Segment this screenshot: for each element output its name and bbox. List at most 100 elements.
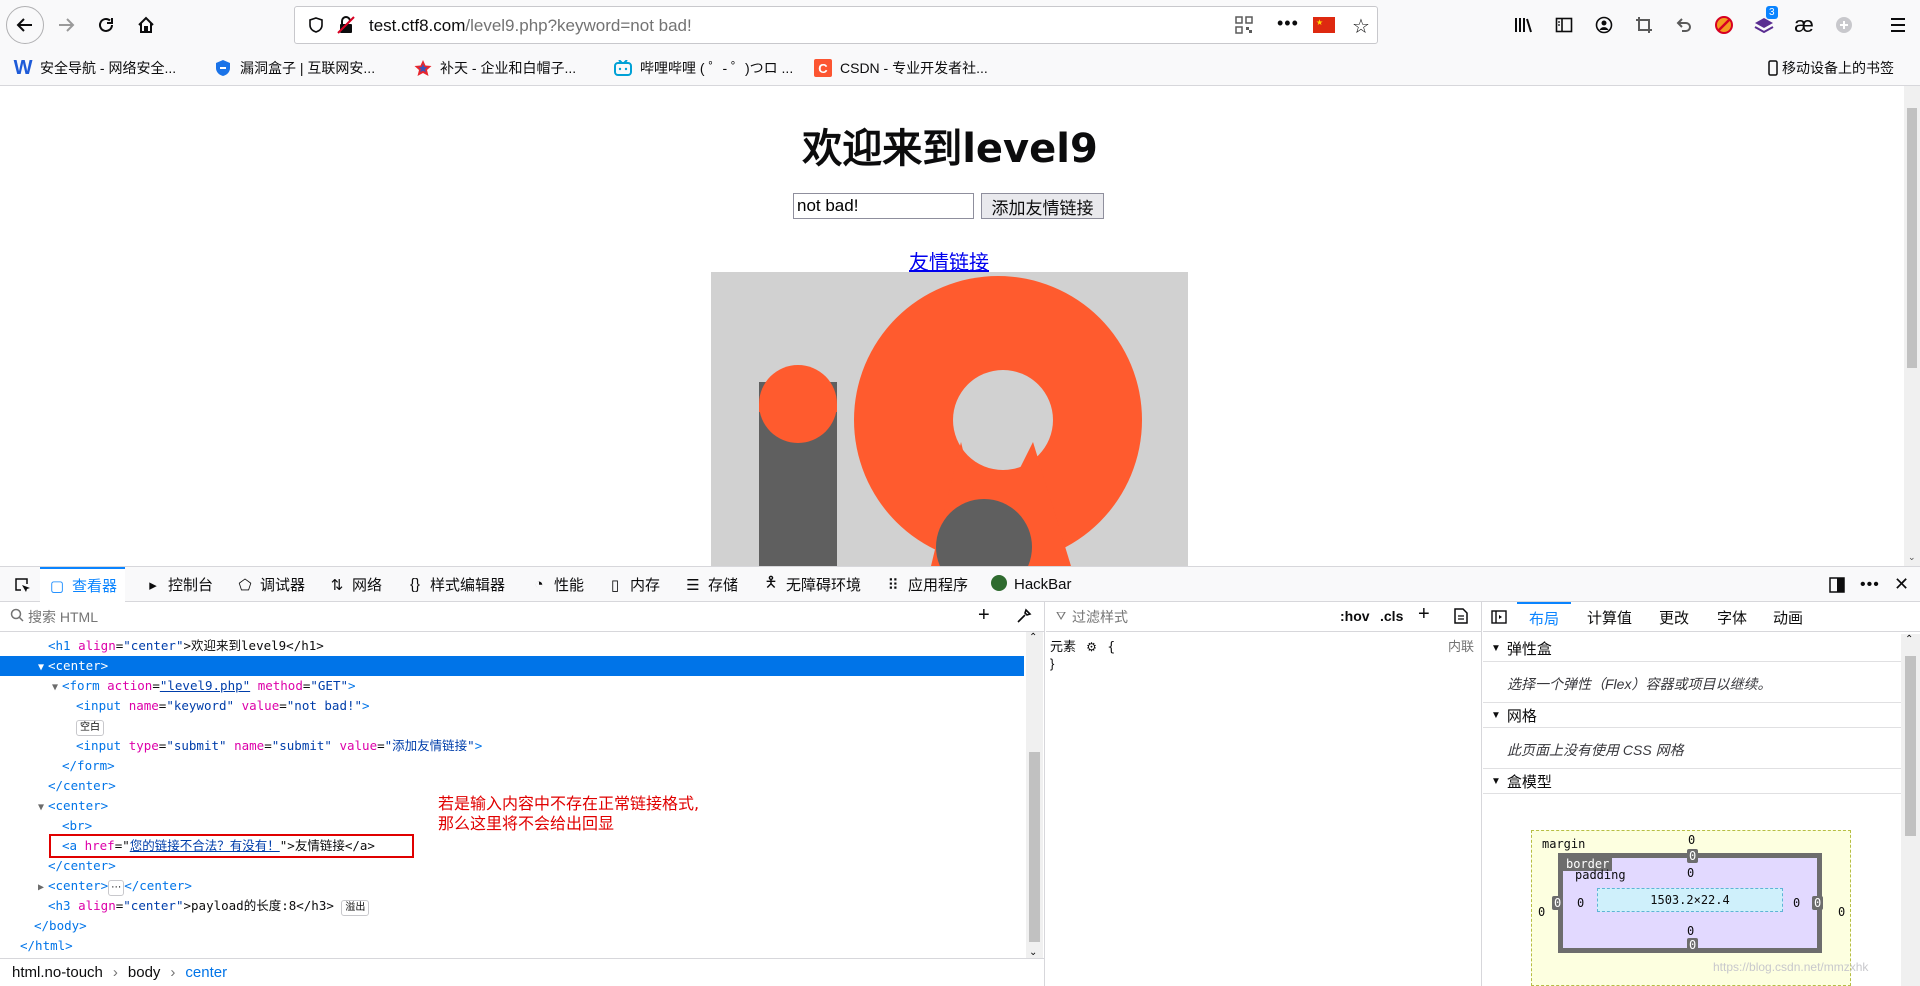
boxmodel-section-header[interactable]: ▼ 盒模型 [1483, 768, 1903, 794]
code-line-whitespace[interactable]: 空白 [0, 716, 1024, 736]
china-flag-icon[interactable]: ★ [1313, 17, 1335, 33]
add-rule-icon[interactable]: + [1418, 603, 1430, 626]
box-model-content[interactable]: 1503.2×22.4 [1597, 888, 1783, 912]
breadcrumb-item-html[interactable]: html.no-touch [12, 964, 103, 981]
grid-message: 此页面上没有使用 CSS 网格 [1507, 742, 1684, 758]
storage-icon: ☰ [686, 576, 700, 594]
reload-button[interactable] [90, 9, 122, 41]
tab-performance[interactable]: ◔ 性能 [530, 567, 584, 602]
forward-arrow-icon [59, 18, 75, 32]
code-line-input-submit[interactable]: <input type="submit" name="submit" value… [0, 736, 1024, 756]
undo-icon[interactable] [1668, 9, 1700, 41]
tab-accessibility[interactable]: 🯅 无障碍环境 [762, 567, 861, 602]
hov-toggle[interactable]: :hov [1340, 608, 1370, 624]
bilibili-tv-icon [614, 59, 632, 77]
tab-inspector[interactable]: ▢ 查看器 [40, 567, 126, 602]
page-scrollbar[interactable]: ⌄ [1904, 86, 1920, 566]
tab-application[interactable]: ⠿ 应用程序 [884, 567, 969, 602]
tab-layout[interactable]: 布局 [1517, 602, 1572, 632]
breadcrumb-item-center[interactable]: center [185, 964, 227, 981]
mobile-bookmarks[interactable]: 移动设备上的书签 [1768, 58, 1894, 78]
print-media-icon[interactable] [1454, 608, 1468, 627]
code-line-body-close[interactable]: </body> [0, 916, 1024, 936]
code-line-center-selected[interactable]: ▼ <center> [0, 656, 1024, 676]
url-text[interactable]: test.ctf8.com/level9.php?keyword=not bad… [369, 16, 692, 36]
eyedropper-icon[interactable] [1016, 608, 1032, 627]
tab-storage[interactable]: ☰ 存储 [684, 567, 738, 602]
cls-toggle[interactable]: .cls [1380, 608, 1403, 624]
extension-gray-icon[interactable] [1828, 9, 1860, 41]
level9-logo-image [711, 272, 1188, 566]
tab-style-editor[interactable]: {} 样式编辑器 [406, 567, 505, 602]
account-icon[interactable] [1588, 9, 1620, 41]
tab-memory[interactable]: ▯ 内存 [606, 567, 660, 602]
code-line-input-keyword[interactable]: <input name="keyword" value="not bad!"> [0, 696, 1024, 716]
bookmark-item[interactable]: W 安全导航 - 网络安全... [14, 57, 177, 79]
flexbox-section-header[interactable]: ▼ 弹性盒 [1483, 636, 1903, 662]
code-line-center2-close[interactable]: </center> [0, 856, 1024, 876]
noscript-icon[interactable] [1708, 9, 1740, 41]
bookmark-item[interactable]: 补天 - 企业和白帽子... [414, 58, 576, 78]
hamburger-menu-icon[interactable] [1882, 9, 1914, 41]
search-icon [10, 608, 24, 625]
code-line-h3[interactable]: <h3 align="center">payload的长度:8</h3> 溢出 [0, 896, 1024, 916]
shield-icon[interactable] [307, 16, 325, 37]
bookmark-star-icon[interactable]: ☆ [1352, 14, 1370, 39]
debugger-icon: ⬠ [238, 576, 252, 594]
box-model-border[interactable]: border 0 0 0 0 padding 0 0 0 0 1503.2×22… [1552, 849, 1824, 953]
filter-styles-input[interactable] [1072, 607, 1322, 627]
code-line-form-close[interactable]: </form> [0, 756, 1024, 776]
code-line-html-close[interactable]: </html> [0, 936, 1024, 956]
bookmark-item[interactable]: 哔哩哔哩 ( ゜- ゜)つロ ... [614, 58, 793, 78]
close-devtools-icon[interactable]: ✕ [1894, 567, 1909, 602]
rule-close-brace: } [1050, 656, 1055, 671]
search-html-input[interactable] [28, 606, 928, 628]
insecure-lock-icon[interactable] [337, 16, 355, 37]
grid-section-header[interactable]: ▼ 网格 [1483, 702, 1903, 728]
qr-code-icon[interactable] [1235, 16, 1253, 37]
element-rule[interactable]: 元素 ⚙ { [1050, 636, 1115, 655]
tab-console[interactable]: ▸ 控制台 [144, 567, 213, 602]
breadcrumb-item-body[interactable]: body [128, 964, 161, 981]
gauge-icon: ◔ [534, 576, 544, 593]
forward-button[interactable] [50, 9, 82, 41]
tab-computed[interactable]: 计算值 [1587, 602, 1632, 632]
tab-changes[interactable]: 更改 [1659, 602, 1689, 632]
bookmark-item[interactable]: C CSDN - 专业开发者社... [814, 58, 988, 78]
sidebar-icon[interactable] [1548, 9, 1580, 41]
tab-fonts[interactable]: 字体 [1717, 602, 1747, 632]
library-icon[interactable] [1508, 9, 1540, 41]
mobile-phone-icon [1768, 59, 1778, 77]
star-logo-icon [414, 59, 432, 77]
inspector-icon: ▢ [49, 577, 65, 595]
code-line-form[interactable]: ▼ <form action="level9.php" method="GET"> [0, 676, 1024, 696]
url-bar[interactable]: test.ctf8.com/level9.php?keyword=not bad… [294, 6, 1378, 44]
friend-link[interactable]: 友情链接 [909, 246, 989, 275]
tab-network[interactable]: ⇅ 网络 [328, 567, 382, 602]
flexbox-message: 选择一个弹性（Flex）容器或项目以继续。 [1507, 676, 1772, 692]
tab-animations[interactable]: 动画 [1773, 602, 1803, 632]
screenshot-icon[interactable] [1628, 9, 1660, 41]
add-link-button[interactable]: 添加友情链接 [981, 193, 1104, 219]
tab-hackbar[interactable]: HackBar [990, 567, 1072, 602]
layout-scrollbar[interactable]: ⌃ [1901, 634, 1920, 986]
toggle-sidebar-icon[interactable] [1491, 609, 1507, 628]
devtools-menu-icon[interactable]: ••• [1860, 567, 1880, 602]
tab-debugger[interactable]: ⬠ 调试器 [236, 567, 305, 602]
extension-badge: 3 [1766, 6, 1778, 19]
home-button[interactable] [130, 9, 162, 41]
inspector-scrollbar[interactable]: ⌃ ⌄ [1026, 632, 1043, 958]
gear-icon[interactable]: ⚙ [1086, 640, 1097, 654]
ae-extension-icon[interactable]: æ [1788, 9, 1820, 41]
bookmark-item[interactable]: 漏洞盒子 | 互联网安... [214, 58, 375, 78]
hackbar-ext-icon[interactable]: 3 [1748, 6, 1780, 41]
dock-side-icon[interactable] [1828, 567, 1846, 602]
code-line-center-close[interactable]: </center> [0, 776, 1024, 796]
add-node-icon[interactable]: + [978, 604, 990, 627]
page-actions-menu-icon[interactable]: ••• [1277, 13, 1299, 34]
element-picker-icon[interactable] [8, 567, 36, 602]
code-line-center3[interactable]: ▶ <center> ⋯ </center> [0, 876, 1024, 896]
code-line-h1[interactable]: <h1 align="center">欢迎来到level9</h1> [0, 636, 1024, 656]
keyword-input[interactable] [793, 193, 974, 219]
back-button[interactable] [6, 6, 44, 44]
